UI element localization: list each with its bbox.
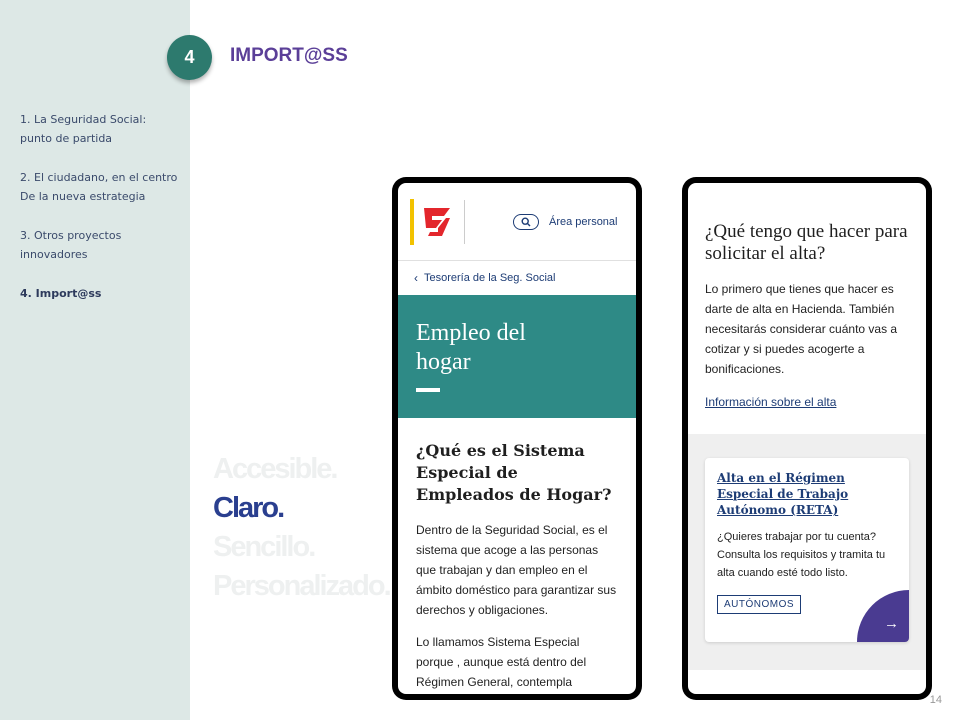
nav-item-seguridad-social[interactable]: 1. La Seguridad Social: punto de partida bbox=[20, 110, 185, 148]
reta-card[interactable]: Alta en el Régimen Especial de Trabajo A… bbox=[705, 458, 909, 642]
phone-screen: Área personal ‹ Tesorería de la Seg. Soc… bbox=[398, 183, 636, 694]
card-text: ¿Quieres trabajar por tu cuenta? Consult… bbox=[717, 531, 886, 579]
card-section: Alta en el Régimen Especial de Trabajo A… bbox=[688, 434, 926, 670]
nav-item-importass[interactable]: 4. Import@ss bbox=[20, 284, 185, 303]
hero-underline bbox=[416, 388, 440, 392]
hero-banner: Empleo del hogar bbox=[398, 295, 636, 418]
area-personal-link[interactable]: Área personal bbox=[549, 216, 618, 228]
phone-mockup-empleo-hogar: Área personal ‹ Tesorería de la Seg. Soc… bbox=[392, 177, 642, 700]
breadcrumb-label: Tesorería de la Seg. Social bbox=[424, 272, 556, 284]
alta-paragraph: Lo primero que tienes que hacer es darte… bbox=[705, 282, 898, 376]
page-title: IMPORT@SS bbox=[230, 45, 348, 66]
nav-item-otros-proyectos[interactable]: 3. Otros proyectos innovadores bbox=[20, 226, 185, 264]
alta-question: ¿Qué tengo que hacer para solicitar el a… bbox=[705, 221, 908, 264]
sidebar: 1. La Seguridad Social: punto de partida… bbox=[0, 0, 190, 720]
article-body: ¿Qué es el Sistema Especial de Empleados… bbox=[398, 418, 636, 694]
autonomos-tag[interactable]: AUTÓNOMOS bbox=[717, 595, 802, 614]
logo-yellow-bar bbox=[410, 198, 414, 245]
breadcrumb[interactable]: ‹ Tesorería de la Seg. Social bbox=[398, 261, 636, 295]
article-paragraph-2: Lo llamamos Sistema Especial porque , au… bbox=[416, 635, 587, 689]
header-divider bbox=[464, 199, 465, 244]
alta-section: ¿Qué tengo que hacer para solicitar el a… bbox=[688, 183, 926, 434]
section-number-badge: 4 bbox=[167, 35, 212, 80]
chevron-left-icon: ‹ bbox=[414, 271, 418, 285]
phone-screen: ¿Qué tengo que hacer para solicitar el a… bbox=[688, 183, 926, 694]
article-paragraph-1: Dentro de la Seguridad Social, es el sis… bbox=[416, 523, 617, 617]
seg-social-logo-icon[interactable] bbox=[422, 204, 452, 240]
tagline-personalizado: Personalizado. bbox=[213, 570, 392, 602]
phone-mockup-alta: ¿Qué tengo que hacer para solicitar el a… bbox=[682, 177, 932, 700]
page-number: 14 bbox=[929, 694, 942, 706]
site-header: Área personal bbox=[398, 183, 636, 261]
tagline-sencillo: Sencillo. bbox=[213, 531, 316, 563]
card-title[interactable]: Alta en el Régimen Especial de Trabajo A… bbox=[717, 470, 867, 518]
tagline-accesible: Accesible. bbox=[213, 453, 338, 485]
search-icon[interactable] bbox=[513, 213, 539, 230]
arrow-right-icon[interactable]: → bbox=[857, 590, 909, 642]
hero-title: Empleo del hogar bbox=[416, 320, 526, 375]
tagline-claro: Claro. bbox=[213, 492, 285, 524]
informacion-alta-link[interactable]: Información sobre el alta bbox=[705, 395, 836, 409]
nav-item-ciudadano[interactable]: 2. El ciudadano, en el centro De la nuev… bbox=[20, 168, 185, 206]
sidebar-nav: 1. La Seguridad Social: punto de partida… bbox=[20, 110, 185, 323]
tagline: Accesible. Claro. Sencillo. Personalizad… bbox=[213, 450, 392, 606]
article-question: ¿Qué es el Sistema Especial de Empleados… bbox=[416, 441, 612, 504]
